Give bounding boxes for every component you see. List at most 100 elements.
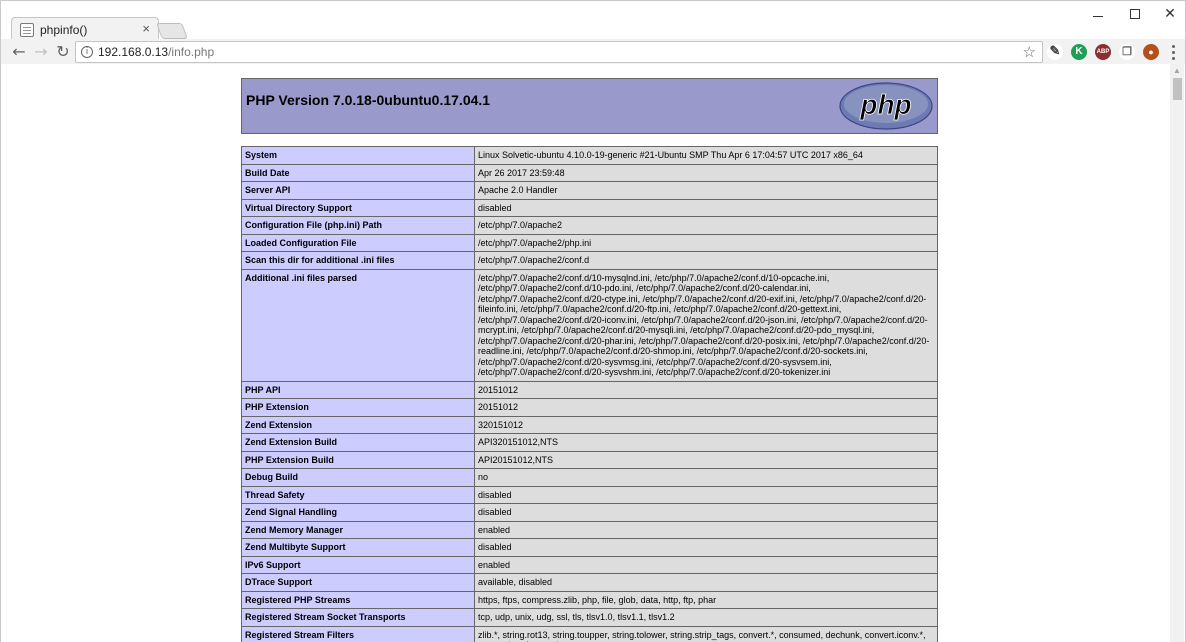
address-bar[interactable]: i 192.168.0.13/info.php ☆ bbox=[75, 41, 1043, 63]
row-key: Zend Signal Handling bbox=[241, 503, 475, 522]
table-row: PHP Extension Build API20151012,NTS bbox=[241, 450, 938, 469]
php-version-header: PHP Version 7.0.18-0ubuntu0.17.04.1 php bbox=[241, 78, 938, 134]
php-logo-text: php bbox=[859, 89, 911, 120]
tab-title: phpinfo() bbox=[40, 23, 88, 37]
row-value: enabled bbox=[474, 555, 938, 574]
menu-dot bbox=[1172, 51, 1175, 54]
row-value: Apache 2.0 Handler bbox=[474, 181, 938, 200]
row-key: PHP Extension bbox=[241, 398, 475, 417]
row-key: Scan this dir for additional .ini files bbox=[241, 251, 475, 270]
extension-shield-icon[interactable]: ● bbox=[1143, 44, 1159, 60]
row-value: no bbox=[474, 468, 938, 487]
row-key: Registered PHP Streams bbox=[241, 590, 475, 609]
row-key: Zend Multibyte Support bbox=[241, 538, 475, 557]
row-key: Configuration File (php.ini) Path bbox=[241, 216, 475, 235]
url-text[interactable]: 192.168.0.13/info.php bbox=[98, 45, 214, 59]
vertical-scrollbar[interactable]: ▲ bbox=[1170, 64, 1184, 642]
row-key: Registered Stream Socket Transports bbox=[241, 608, 475, 627]
browser-toolbar: ← → ↻ i 192.168.0.13/info.php ☆ ✎ K ABP … bbox=[1, 39, 1185, 65]
row-value: zlib.*, string.rot13, string.toupper, st… bbox=[474, 625, 938, 642]
table-row: Loaded Configuration File/etc/php/7.0/ap… bbox=[241, 233, 938, 252]
extension-k-icon[interactable]: K bbox=[1071, 44, 1087, 60]
row-value: API320151012,NTS bbox=[474, 433, 938, 452]
menu-dot bbox=[1172, 57, 1175, 60]
row-key: Registered Stream Filters bbox=[241, 625, 475, 642]
extension-windows-icon[interactable]: ❐ bbox=[1119, 44, 1135, 60]
arrow-right-icon: → bbox=[34, 42, 48, 61]
row-key: IPv6 Support bbox=[241, 555, 475, 574]
table-row: Zend Extension Build API320151012,NTS bbox=[241, 433, 938, 452]
row-key: Zend Memory Manager bbox=[241, 520, 475, 539]
row-value: tcp, udp, unix, udg, ssl, tls, tlsv1.0, … bbox=[474, 608, 938, 627]
tab-phpinfo[interactable]: phpinfo() × bbox=[11, 17, 159, 41]
scroll-up-icon[interactable]: ▲ bbox=[1173, 66, 1181, 75]
reload-button[interactable]: ↻ bbox=[53, 42, 73, 62]
browser-menu-button[interactable] bbox=[1167, 43, 1179, 61]
back-button[interactable]: ← bbox=[9, 42, 29, 62]
maximize-icon bbox=[1130, 9, 1140, 19]
reload-icon: ↻ bbox=[56, 42, 70, 61]
row-value: disabled bbox=[474, 198, 938, 217]
row-value: https, ftps, compress.zlib, php, file, g… bbox=[474, 590, 938, 609]
minimize-icon bbox=[1093, 16, 1103, 17]
close-icon: ✕ bbox=[1164, 6, 1176, 22]
table-row: Configuration File (php.ini) Path/etc/ph… bbox=[241, 216, 938, 235]
row-value: Linux Solvetic-ubuntu 4.10.0-19-generic … bbox=[474, 146, 938, 165]
row-key: Debug Build bbox=[241, 468, 475, 487]
php-version-title: PHP Version 7.0.18-0ubuntu0.17.04.1 bbox=[246, 92, 491, 108]
window-minimize-button[interactable] bbox=[1091, 7, 1105, 21]
row-key: System bbox=[241, 146, 475, 165]
table-row: Virtual Directory Support disabled bbox=[241, 198, 938, 217]
table-row: Zend Signal Handling disabled bbox=[241, 503, 938, 522]
phpinfo-table: System Linux Solvetic-ubuntu 4.10.0-19-ge… bbox=[241, 146, 938, 642]
row-value: disabled bbox=[474, 503, 938, 522]
tab-close-icon[interactable]: × bbox=[142, 22, 150, 36]
window-close-button[interactable]: ✕ bbox=[1163, 7, 1177, 21]
new-tab-button[interactable] bbox=[156, 23, 188, 39]
table-row: Registered Stream Socket Transports tcp, … bbox=[241, 608, 938, 627]
browser-window-chrome: phpinfo() × ✕ ← → ↻ i 192.168.0.13/info.… bbox=[0, 0, 1186, 65]
row-key: Virtual Directory Support bbox=[241, 198, 475, 217]
bookmark-star-icon[interactable]: ☆ bbox=[1023, 43, 1036, 61]
table-row: Thread Safety disabled bbox=[241, 485, 938, 504]
table-row: PHP API 20151012 bbox=[241, 380, 938, 399]
row-value: 20151012 bbox=[474, 398, 938, 417]
page-favicon-icon bbox=[20, 23, 34, 37]
arrow-left-icon: ← bbox=[12, 42, 26, 61]
table-row: Zend Multibyte Support disabled bbox=[241, 538, 938, 557]
row-key: Build Date bbox=[241, 163, 475, 182]
table-row: Scan this dir for additional .ini files /… bbox=[241, 251, 938, 270]
extension-adblock-icon[interactable]: ABP bbox=[1095, 44, 1111, 60]
forward-button[interactable]: → bbox=[31, 42, 51, 62]
site-info-icon[interactable]: i bbox=[81, 46, 93, 58]
table-row: Zend Memory Manager enabled bbox=[241, 520, 938, 539]
row-value: disabled bbox=[474, 485, 938, 504]
row-value: API20151012,NTS bbox=[474, 450, 938, 469]
table-row: Zend Extension 320151012 bbox=[241, 415, 938, 434]
table-row: Additional .ini files parsed/etc/php/7.0… bbox=[241, 268, 938, 382]
table-row: Registered PHP Streams https, ftps, compr… bbox=[241, 590, 938, 609]
row-key: PHP Extension Build bbox=[241, 450, 475, 469]
php-logo-icon: php bbox=[839, 82, 933, 130]
row-value: 320151012 bbox=[474, 415, 938, 434]
table-row: DTrace Support available, disabled bbox=[241, 573, 938, 592]
row-value: /etc/php/7.0/apache2/conf.d bbox=[474, 251, 938, 270]
row-value: /etc/php/7.0/apache2/conf.d/10-mysqlnd.i… bbox=[474, 268, 938, 382]
row-key: Additional .ini files parsed bbox=[241, 268, 475, 382]
window-maximize-button[interactable] bbox=[1128, 7, 1142, 21]
row-value: disabled bbox=[474, 538, 938, 557]
menu-dot bbox=[1172, 45, 1175, 48]
table-row: Build Date Apr 26 2017 23:59:48 bbox=[241, 163, 938, 182]
extension-reader-icon[interactable]: ✎ bbox=[1047, 44, 1063, 60]
row-value: available, disabled bbox=[474, 573, 938, 592]
row-key: Zend Extension Build bbox=[241, 433, 475, 452]
table-row: Server API Apache 2.0 Handler bbox=[241, 181, 938, 200]
row-key: Server API bbox=[241, 181, 475, 200]
scrollbar-thumb[interactable] bbox=[1173, 78, 1182, 100]
url-host: 192.168.0.13 bbox=[98, 45, 169, 59]
table-row: Debug Build no bbox=[241, 468, 938, 487]
table-row: System Linux Solvetic-ubuntu 4.10.0-19-ge… bbox=[241, 146, 938, 165]
tab-strip: phpinfo() × ✕ bbox=[1, 1, 1185, 41]
row-value: Apr 26 2017 23:59:48 bbox=[474, 163, 938, 182]
row-key: Zend Extension bbox=[241, 415, 475, 434]
